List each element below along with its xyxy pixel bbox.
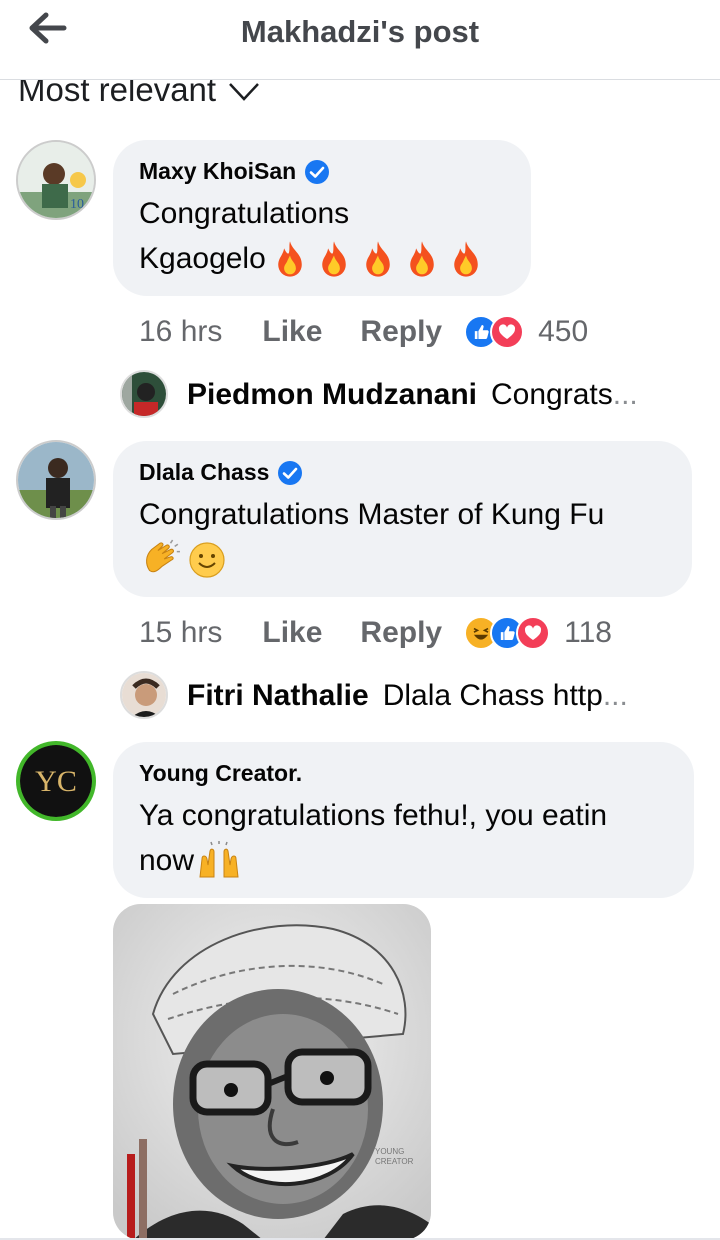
reply-preview[interactable]: Piedmon Mudzanani Congrats ...: [187, 374, 638, 416]
svg-text:CREATOR: CREATOR: [375, 1157, 414, 1166]
verified-badge-icon: [278, 460, 303, 485]
comment-text: Ya congratulations fethu!, you eatin now: [139, 793, 689, 883]
like-button[interactable]: Like: [262, 315, 322, 349]
author-name[interactable]: Young Creator.: [139, 760, 302, 787]
comment-time: 15 hrs: [139, 616, 223, 649]
comment-actions: 15 hrs Like Reply 118: [139, 613, 612, 653]
avatar[interactable]: [16, 440, 96, 520]
fire-icon: [278, 240, 302, 277]
raising-hands-icon: [199, 840, 239, 877]
comment-line: Congratulations Master of Kung Fu: [139, 498, 605, 531]
comment-text: Congratulations Kgaogelo: [139, 191, 519, 281]
fire-icon: [410, 240, 434, 277]
comment-line: Kgaogelo: [139, 242, 266, 275]
header-overlay: Makhadzi's post: [0, 0, 720, 80]
fire-icon: [366, 240, 390, 277]
love-reaction-icon: [490, 315, 525, 349]
svg-text:YOUNG: YOUNG: [375, 1147, 404, 1156]
comment-author[interactable]: Young Creator.: [139, 760, 302, 787]
reply-ellipsis: ...: [612, 378, 638, 411]
author-name[interactable]: Maxy KhoiSan: [139, 158, 296, 185]
reply-author[interactable]: Fitri Nathalie: [187, 679, 369, 713]
avatar[interactable]: 10: [16, 140, 96, 220]
verified-badge-icon: [305, 159, 330, 184]
comment-author[interactable]: Dlala Chass: [139, 459, 303, 486]
header-title: Makhadzi's post: [240, 14, 480, 49]
comment-line-2: now: [139, 838, 689, 883]
fire-icon: [454, 240, 478, 277]
fire-icon: [322, 240, 346, 277]
comment-line: Congratulations: [139, 197, 350, 230]
avatar[interactable]: [120, 671, 168, 719]
portrait-drawing: YOUNG CREATOR: [113, 904, 431, 1240]
comment-line: Ya congratulations fethu!, you eatin: [139, 799, 608, 832]
author-name[interactable]: Dlala Chass: [139, 459, 269, 486]
avatar[interactable]: YC: [16, 741, 96, 821]
avatar[interactable]: [120, 370, 168, 418]
clapping-hands-icon: [146, 539, 180, 572]
reply-preview[interactable]: Fitri Nathalie Dlala Chass http ...: [187, 675, 628, 717]
reply-text: Dlala Chass http: [382, 679, 603, 712]
comment-actions: 16 hrs Like Reply 450: [139, 312, 588, 352]
reply-author[interactable]: Piedmon Mudzanani: [187, 378, 477, 412]
chevron-down-icon: [229, 83, 260, 101]
reply-button[interactable]: Reply: [360, 315, 442, 349]
comment-text: Congratulations Master of Kung Fu: [139, 492, 684, 582]
smiling-face-icon: [189, 541, 225, 578]
reactions-summary[interactable]: [464, 616, 551, 650]
comment-time: 16 hrs: [139, 315, 223, 348]
reactions-summary[interactable]: [464, 315, 525, 349]
comment-line: now: [139, 844, 195, 877]
fire-emojis: [268, 239, 488, 279]
reply-text: Congrats: [491, 378, 613, 411]
love-reaction-icon: [516, 616, 551, 650]
reply-button[interactable]: Reply: [360, 616, 442, 650]
reaction-count[interactable]: 450: [538, 315, 588, 349]
svg-text:10: 10: [70, 197, 84, 212]
comment-author[interactable]: Maxy KhoiSan: [139, 158, 330, 185]
svg-text:YC: YC: [35, 765, 77, 798]
reaction-count[interactable]: 118: [564, 616, 612, 650]
like-button[interactable]: Like: [262, 616, 322, 650]
comment-image[interactable]: YOUNG CREATOR: [113, 904, 431, 1240]
reply-ellipsis: ...: [602, 679, 628, 712]
emoji-line: [139, 537, 684, 582]
comment-line-2: Kgaogelo: [139, 236, 519, 281]
